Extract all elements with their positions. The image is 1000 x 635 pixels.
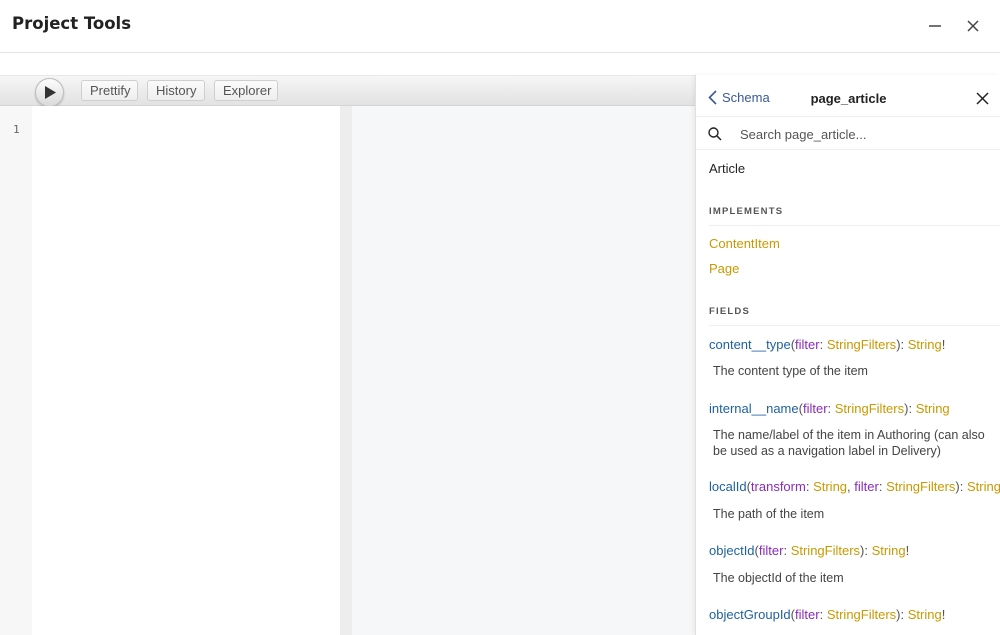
result-pane bbox=[352, 106, 695, 635]
section-divider bbox=[709, 225, 1000, 226]
explorer-button[interactable]: Explorer bbox=[214, 80, 278, 101]
minimize-button[interactable] bbox=[923, 14, 947, 38]
search-icon bbox=[708, 127, 722, 141]
tab-strip bbox=[0, 54, 1000, 75]
implements-link-contentitem[interactable]: ContentItem bbox=[709, 236, 780, 251]
field-signature: internal__name(filter: StringFilters): S… bbox=[709, 401, 950, 416]
prettify-button[interactable]: Prettify bbox=[81, 80, 138, 101]
window-title: Project Tools bbox=[12, 14, 132, 33]
non-null-marker: ! bbox=[941, 337, 946, 352]
field-signature: localId(transform: String, filter: Strin… bbox=[709, 479, 1000, 494]
non-null-marker: ! bbox=[941, 607, 946, 622]
doc-search-input[interactable] bbox=[740, 124, 990, 144]
line-number-gutter bbox=[0, 106, 32, 635]
field-description: The content type of the item bbox=[713, 364, 868, 378]
field-description: The path of the item bbox=[713, 507, 825, 521]
type-description: Article bbox=[709, 161, 746, 176]
doc-search-row bbox=[696, 118, 1000, 150]
return-type[interactable]: String bbox=[908, 337, 942, 352]
arg-type[interactable]: StringFilters bbox=[827, 607, 896, 622]
close-window-button[interactable] bbox=[961, 14, 985, 38]
pane-resize-handle[interactable] bbox=[340, 106, 352, 635]
field-description: The objectId of the item bbox=[713, 571, 844, 585]
field-name[interactable]: objectGroupId bbox=[709, 607, 791, 622]
arg-name: filter bbox=[802, 401, 828, 416]
arg-type[interactable]: StringFilters bbox=[886, 479, 955, 494]
play-icon bbox=[44, 86, 56, 99]
section-divider bbox=[709, 325, 1000, 326]
field-signature: objectId(filter: StringFilters): String! bbox=[709, 543, 910, 558]
field-name[interactable]: objectId bbox=[709, 543, 755, 558]
history-button[interactable]: History bbox=[147, 80, 205, 101]
field-description: The name/label of the item in Authoring … bbox=[713, 428, 985, 458]
field-signature: objectGroupId(filter: StringFilters): St… bbox=[709, 607, 946, 622]
fields-section-title: FIELDS bbox=[709, 306, 750, 317]
arg-name: filter bbox=[795, 607, 820, 622]
field-name[interactable]: localId bbox=[709, 479, 747, 494]
arg-type[interactable]: StringFilters bbox=[835, 401, 904, 416]
field-name[interactable]: content__type bbox=[709, 337, 791, 352]
arg-type[interactable]: StringFilters bbox=[827, 337, 896, 352]
arg-name: filter bbox=[758, 543, 784, 558]
close-icon bbox=[975, 91, 989, 105]
close-icon bbox=[967, 20, 979, 32]
arg-type[interactable]: StringFilters bbox=[791, 543, 860, 558]
line-number: 1 bbox=[13, 123, 20, 136]
minimize-icon bbox=[929, 25, 941, 27]
close-docs-button[interactable] bbox=[974, 90, 990, 106]
return-type[interactable]: String bbox=[916, 401, 950, 416]
arg-name: filter bbox=[795, 337, 820, 352]
arg-name: transform bbox=[750, 479, 806, 494]
doc-title: page_article bbox=[810, 91, 887, 106]
query-editor[interactable] bbox=[32, 106, 340, 635]
return-type[interactable]: String bbox=[967, 479, 1000, 494]
title-bar: Project Tools bbox=[0, 0, 1000, 53]
run-query-button[interactable] bbox=[35, 78, 64, 107]
arg-type[interactable]: String bbox=[813, 479, 847, 494]
graphiql-toolbar: Prettify History Explorer bbox=[0, 75, 695, 107]
documentation-explorer: Schema page_article Article IMPLEMENTS C… bbox=[695, 75, 1000, 635]
doc-header: Schema page_article bbox=[696, 75, 1000, 117]
implements-link-page[interactable]: Page bbox=[709, 261, 739, 276]
arg-name: filter bbox=[854, 479, 879, 494]
non-null-marker: ! bbox=[905, 543, 910, 558]
field-signature: content__type(filter: StringFilters): St… bbox=[709, 337, 946, 352]
field-name[interactable]: internal__name bbox=[709, 401, 799, 416]
implements-section-title: IMPLEMENTS bbox=[709, 206, 784, 217]
return-type[interactable]: String bbox=[872, 543, 906, 558]
return-type[interactable]: String bbox=[908, 607, 942, 622]
